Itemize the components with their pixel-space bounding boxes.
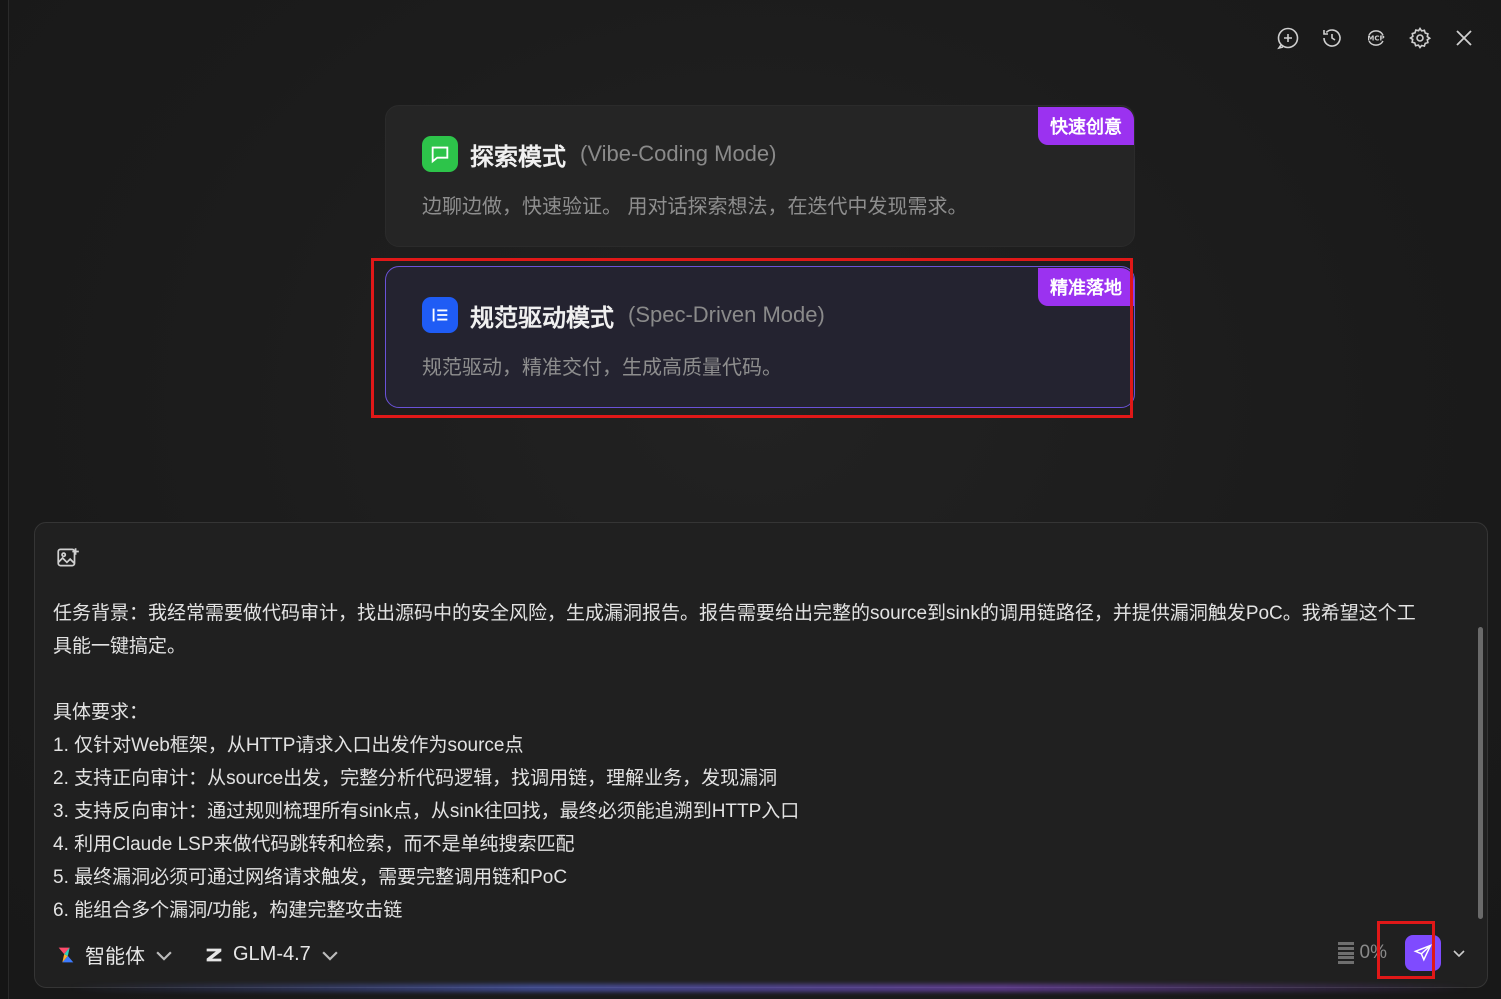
mode-card-spec-driven[interactable]: 精准落地 规范驱动模式 (Spec-Driven Mode) 规范驱动，精准交付… <box>385 266 1135 408</box>
mode-subtitle: (Vibe-Coding Mode) <box>580 141 777 166</box>
image-add-icon <box>57 548 79 567</box>
mcp-icon: MCP <box>1367 30 1385 46</box>
new-chat-icon <box>1277 27 1299 50</box>
composer-bottom-bar: 智能体 GLM-4.7 <box>55 940 341 969</box>
context-usage: 0% <box>1337 942 1387 964</box>
chat-bubble-icon <box>422 136 458 172</box>
chat-composer: 任务背景：我经常需要做代码审计，找出源码中的安全风险，生成漏洞报告。报告需要给出… <box>34 522 1488 988</box>
mode-subtitle: (Spec-Driven Mode) <box>628 302 825 327</box>
prompt-line: 2. 支持正向审计：从source出发，完整分析代码逻辑，找调用链，理解业务，发… <box>53 768 778 789</box>
send-button[interactable] <box>1405 935 1441 971</box>
mode-card-vibe-coding[interactable]: 快速创意 探索模式 (Vibe-Coding Mode) 边聊边做，快速验证。 … <box>385 105 1135 247</box>
clipped-heading <box>9 50 1501 62</box>
mode-badge: 精准落地 <box>1038 268 1134 306</box>
zhipu-logo-icon <box>206 948 222 961</box>
prompt-line <box>53 663 1453 696</box>
prompt-line: 具体要求： <box>53 702 149 723</box>
mode-description: 规范驱动，精准交付，生成高质量代码。 <box>422 357 782 379</box>
prompt-line: 5. 最终漏洞必须可通过网络请求触发，需要完整调用链和PoC <box>53 867 568 888</box>
prompt-line: 具能一键搞定。 <box>53 636 187 657</box>
prompt-scrollbar[interactable] <box>1478 627 1483 919</box>
prompt-line: 4. 利用Claude LSP来做代码跳转和检索，而不是单纯搜索匹配 <box>53 834 575 855</box>
composer-right-tools: 0% <box>1337 935 1467 971</box>
mode-title: 规范驱动模式 <box>470 304 614 332</box>
prompt-textarea[interactable]: 任务背景：我经常需要做代码审计，找出源码中的安全风险，生成漏洞报告。报告需要给出… <box>53 597 1453 927</box>
chevron-down-icon <box>322 950 338 961</box>
prompt-line: 1. 仅针对Web框架，从HTTP请求入口出发作为source点 <box>53 735 524 756</box>
gear-icon <box>1409 27 1432 49</box>
prompt-line: 任务背景：我经常需要做代码审计，找出源码中的安全风险，生成漏洞报告。报告需要给出… <box>53 603 1416 624</box>
list-icon <box>422 297 458 333</box>
send-icon <box>1413 944 1432 962</box>
svg-text:MCP: MCP <box>1367 35 1384 43</box>
model-label: GLM-4.7 <box>233 943 311 965</box>
ide-chat-panel: MCP 快速创意 探索模式 (Vibe-Coding Mode) 边聊边做，快速… <box>8 0 1501 999</box>
mode-badge: 快速创意 <box>1038 107 1134 145</box>
mode-description: 边聊边做，快速验证。 用对话探索想法，在迭代中发现需求。 <box>422 196 968 218</box>
agent-selector[interactable]: 智能体 <box>55 940 175 969</box>
prompt-line: 6. 能组合多个漏洞/功能，构建完整攻击链 <box>53 900 403 921</box>
attach-image-button[interactable] <box>55 545 83 573</box>
prompt-line: 3. 支持反向审计：通过规则梳理所有sink点，从sink往回找，最终必须能追溯… <box>53 801 800 822</box>
close-icon <box>1456 30 1472 46</box>
agent-logo-icon <box>58 947 74 962</box>
composer-glow <box>69 984 1469 992</box>
context-bars-icon <box>1337 942 1354 964</box>
chevron-down-icon[interactable] <box>1451 945 1467 961</box>
model-selector[interactable]: GLM-4.7 <box>203 943 341 966</box>
context-usage-value: 0% <box>1359 942 1387 963</box>
chevron-down-icon <box>156 950 172 961</box>
mode-title: 探索模式 <box>470 143 566 171</box>
agent-label: 智能体 <box>85 946 145 968</box>
history-icon <box>1323 29 1341 47</box>
